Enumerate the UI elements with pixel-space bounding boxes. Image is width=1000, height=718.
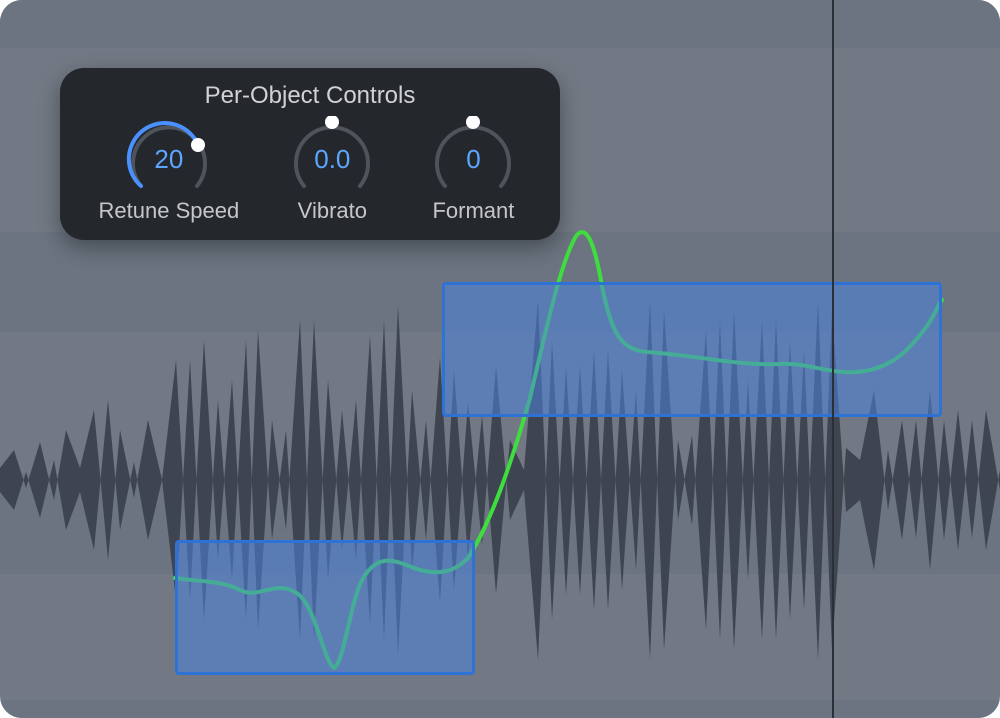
knob-value: 20: [121, 144, 217, 175]
vibrato-knob[interactable]: 0.0 Vibrato: [284, 116, 380, 224]
pitch-editor-workspace[interactable]: Per-Object Controls 20 Retune Speed: [0, 0, 1000, 718]
note-block[interactable]: [442, 282, 942, 417]
knob-label: Formant: [432, 198, 514, 224]
retune-speed-knob[interactable]: 20 Retune Speed: [99, 116, 240, 224]
per-object-controls-panel: Per-Object Controls 20 Retune Speed: [60, 68, 560, 240]
panel-title: Per-Object Controls: [80, 82, 540, 110]
knob-label: Retune Speed: [99, 198, 240, 224]
formant-knob[interactable]: 0 Formant: [425, 116, 521, 224]
knobs-row: 20 Retune Speed 0.0 Vibrato: [80, 116, 540, 224]
playhead[interactable]: [832, 0, 834, 718]
knob-value: 0: [425, 144, 521, 175]
note-block[interactable]: [175, 540, 475, 675]
knob-label: Vibrato: [298, 198, 367, 224]
knob-value: 0.0: [284, 144, 380, 175]
